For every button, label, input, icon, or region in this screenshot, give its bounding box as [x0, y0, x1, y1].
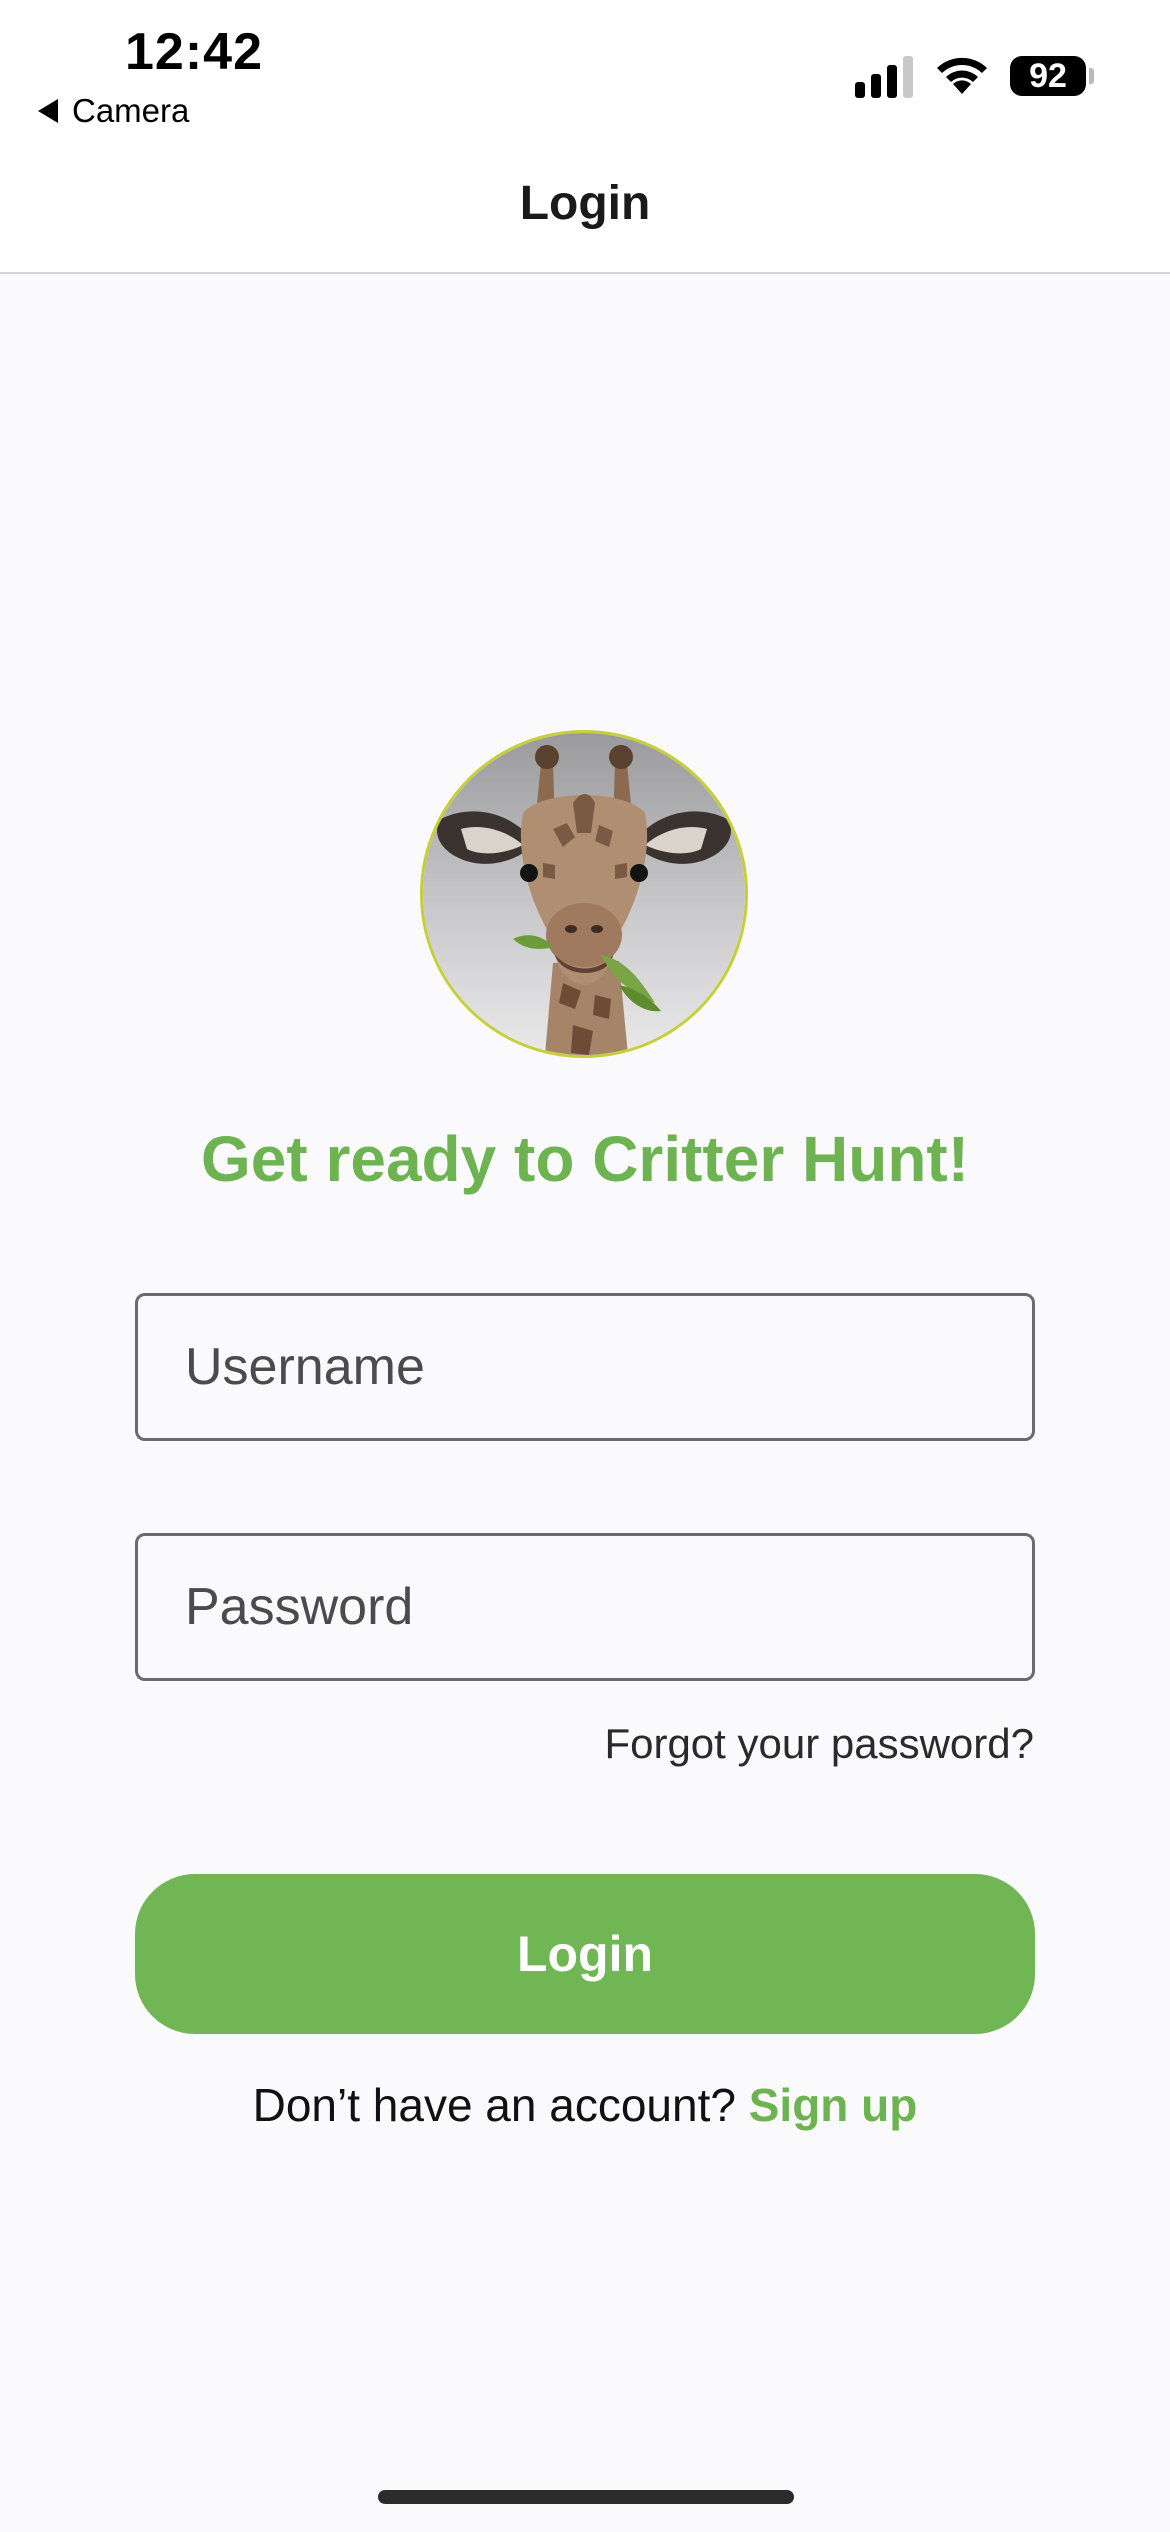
nav-title: Login [519, 177, 651, 230]
giraffe-avatar [420, 730, 748, 1058]
status-time: 12:42 [125, 23, 263, 81]
signup-link[interactable]: Sign up [749, 2079, 918, 2131]
signup-prompt: Don’t have an account? [252, 2079, 736, 2131]
login-button[interactable]: Login [135, 1874, 1035, 2034]
back-to-camera-label: Camera [72, 92, 190, 129]
battery-level: 92 [1010, 56, 1086, 96]
nav-divider [0, 272, 1170, 274]
back-to-camera-button[interactable]: Camera [38, 92, 189, 130]
giraffe-icon [423, 733, 745, 1055]
cellular-signal-icon [855, 56, 915, 98]
username-input[interactable] [135, 1293, 1035, 1441]
forgot-password-link[interactable]: Forgot your password? [604, 1720, 1034, 1768]
signup-row: Don’t have an account? Sign up [0, 2078, 1170, 2132]
back-caret-icon [38, 99, 58, 123]
welcome-headline: Get ready to Critter Hunt! [200, 1123, 970, 1195]
wifi-icon [937, 57, 987, 94]
password-input[interactable] [135, 1533, 1035, 1681]
battery-tip-icon [1089, 68, 1094, 84]
status-bar: 12:42 Camera 92 [0, 0, 1170, 170]
home-indicator[interactable] [378, 2490, 794, 2504]
